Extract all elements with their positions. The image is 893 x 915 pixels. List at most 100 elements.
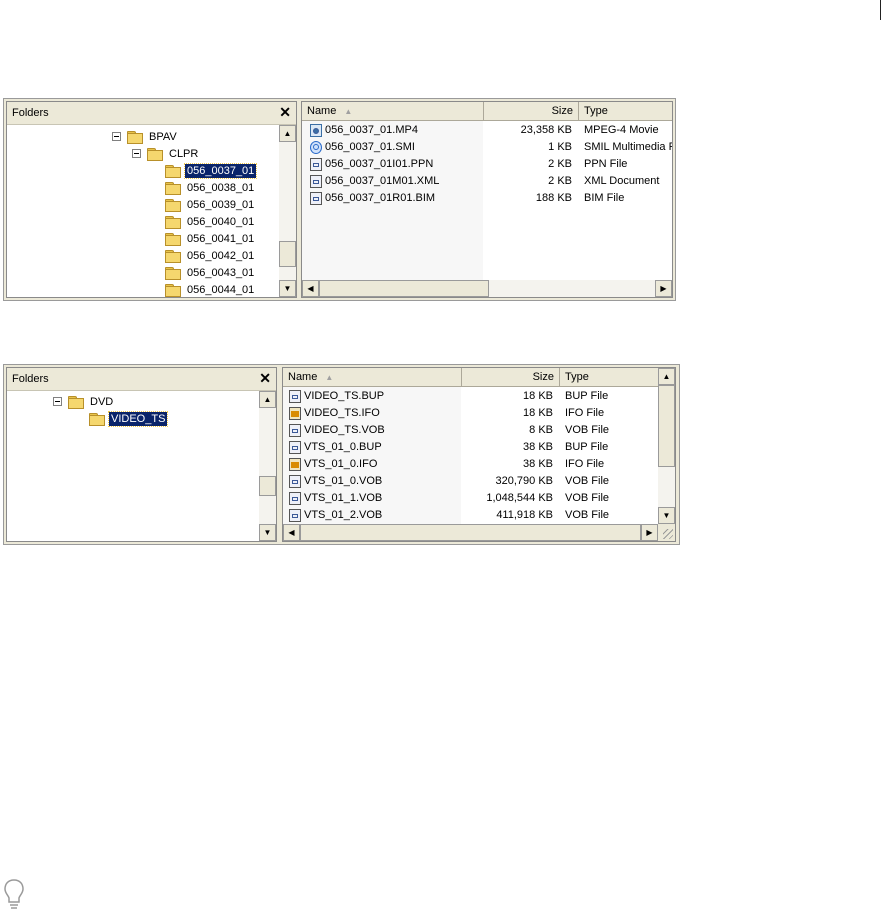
file-row[interactable]: 056_0037_01R01.BIM 188 KB BIM File: [302, 190, 672, 207]
folders-pane: Folders ✕ DVD VIDEO_TS ▲ ▼: [6, 367, 277, 542]
explorer-window-xdcam: Folders ✕ BPAV CLPR 056_0037_01 056_0038…: [3, 98, 676, 301]
tree-item-label: BPAV: [149, 130, 177, 143]
file-row[interactable]: VTS_01_0.BUP 38 KB BUP File: [283, 439, 660, 456]
file-name: VTS_01_0.IFO: [304, 458, 378, 470]
tree-item-clpr[interactable]: CLPR: [132, 145, 200, 162]
column-header-type[interactable]: Type: [579, 102, 672, 120]
tree-item-label: 056_0042_01: [187, 249, 255, 262]
tree-item-056-0037-01[interactable]: 056_0037_01: [165, 162, 258, 179]
tree-item-056-0041-01[interactable]: 056_0041_01: [165, 230, 256, 247]
file-row[interactable]: VIDEO_TS.VOB 8 KB VOB File: [283, 422, 660, 439]
file-list-vertical-scrollbar[interactable]: ▲ ▼: [658, 368, 675, 524]
collapse-icon[interactable]: [132, 149, 141, 158]
scroll-down-arrow-icon[interactable]: ▼: [279, 280, 296, 297]
column-header-label: Name: [307, 105, 337, 117]
scroll-right-arrow-icon[interactable]: ▶: [655, 280, 672, 297]
file-row[interactable]: VTS_01_0.VOB 320,790 KB VOB File: [283, 473, 660, 490]
file-name: VIDEO_TS.VOB: [304, 424, 385, 436]
folders-pane-header: Folders ✕: [7, 102, 296, 125]
tree-item-label: 056_0037_01: [183, 162, 258, 179]
file-size: 8 KB: [529, 424, 553, 436]
close-icon[interactable]: ✕: [259, 370, 271, 386]
column-header-type[interactable]: Type: [560, 368, 660, 386]
folder-tree: BPAV CLPR 056_0037_01 056_0038_01 056_00…: [7, 125, 279, 297]
column-headers: Name ▲ Size Type: [302, 102, 672, 121]
file-row[interactable]: VIDEO_TS.BUP 18 KB BUP File: [283, 388, 660, 405]
tree-item-056-0044-01[interactable]: 056_0044_01: [165, 281, 256, 297]
file-type: PPN File: [584, 158, 628, 170]
folder-icon: [165, 198, 181, 212]
file-row[interactable]: VTS_01_1.VOB 1,048,544 KB VOB File: [283, 490, 660, 507]
folder-icon: [68, 395, 84, 409]
generic-file-icon: [289, 441, 301, 454]
tree-item-label: 056_0038_01: [187, 181, 255, 194]
ifo-file-icon: [289, 458, 301, 471]
tree-item-056-0038-01[interactable]: 056_0038_01: [165, 179, 256, 196]
file-row[interactable]: 056_0037_01M01.XML 2 KB XML Document: [302, 173, 672, 190]
scroll-left-arrow-icon[interactable]: ◀: [302, 280, 319, 297]
scrollbar-thumb[interactable]: [300, 524, 641, 541]
folder-icon: [165, 283, 181, 297]
scroll-up-arrow-icon[interactable]: ▲: [658, 368, 675, 385]
file-row[interactable]: VTS_01_0.IFO 38 KB IFO File: [283, 456, 660, 473]
file-size: 2 KB: [548, 158, 572, 170]
folder-tree: DVD VIDEO_TS: [7, 391, 259, 541]
file-type: VOB File: [565, 475, 610, 487]
scrollbar-thumb[interactable]: [279, 241, 296, 267]
file-type: VOB File: [565, 492, 610, 504]
file-type: BUP File: [565, 441, 609, 453]
file-type: IFO File: [565, 458, 605, 470]
scrollbar-thumb[interactable]: [259, 476, 276, 496]
scroll-left-arrow-icon[interactable]: ◀: [283, 524, 300, 541]
file-name: 056_0037_01I01.PPN: [325, 158, 434, 170]
tree-item-056-0039-01[interactable]: 056_0039_01: [165, 196, 256, 213]
scroll-down-arrow-icon[interactable]: ▼: [658, 507, 675, 524]
explorer-window-dvd: Folders ✕ DVD VIDEO_TS ▲ ▼ Name ▲ Size T…: [3, 364, 680, 545]
file-row[interactable]: 056_0037_01.MP4 23,358 KB MPEG-4 Movie: [302, 122, 672, 139]
scrollbar-thumb[interactable]: [658, 385, 675, 467]
generic-file-icon: [289, 475, 301, 488]
scrollbar-thumb[interactable]: [319, 280, 489, 297]
collapse-icon[interactable]: [112, 132, 121, 141]
tree-item-video-ts[interactable]: VIDEO_TS: [89, 410, 169, 427]
generic-file-icon: [289, 424, 301, 437]
tree-item-056-0043-01[interactable]: 056_0043_01: [165, 264, 256, 281]
file-size: 23,358 KB: [520, 124, 572, 136]
collapse-icon[interactable]: [53, 397, 62, 406]
file-row[interactable]: VIDEO_TS.IFO 18 KB IFO File: [283, 405, 660, 422]
scroll-right-arrow-icon[interactable]: ▶: [641, 524, 658, 541]
file-name: 056_0037_01.MP4: [325, 124, 418, 136]
tree-item-dvd[interactable]: DVD: [53, 393, 115, 410]
folders-vertical-scrollbar[interactable]: ▲ ▼: [259, 391, 276, 541]
scroll-up-arrow-icon[interactable]: ▲: [279, 125, 296, 142]
file-list-horizontal-scrollbar[interactable]: ◀ ▶: [283, 524, 658, 541]
column-header-label: Type: [565, 371, 589, 383]
file-row[interactable]: VTS_01_2.VOB 411,918 KB VOB File: [283, 507, 660, 524]
tree-item-label: DVD: [90, 395, 114, 408]
file-size: 18 KB: [523, 407, 553, 419]
size-grip-icon[interactable]: [658, 524, 675, 541]
column-header-size[interactable]: Size: [462, 368, 560, 386]
file-name: VTS_01_1.VOB: [304, 492, 383, 504]
generic-file-icon: [289, 492, 301, 505]
file-size: 188 KB: [535, 192, 572, 204]
scroll-up-arrow-icon[interactable]: ▲: [259, 391, 276, 408]
tree-item-056-0040-01[interactable]: 056_0040_01: [165, 213, 256, 230]
column-header-name[interactable]: Name ▲: [302, 102, 484, 120]
tree-item-056-0042-01[interactable]: 056_0042_01: [165, 247, 256, 264]
file-size: 1 KB: [548, 141, 572, 153]
file-type: MPEG-4 Movie: [584, 124, 659, 136]
file-size: 320,790 KB: [495, 475, 554, 487]
scroll-down-arrow-icon[interactable]: ▼: [259, 524, 276, 541]
file-row[interactable]: 056_0037_01.SMI 1 KB SMIL Multimedia P: [302, 139, 672, 156]
open-folder-icon: [165, 164, 181, 178]
file-row[interactable]: 056_0037_01I01.PPN 2 KB PPN File: [302, 156, 672, 173]
column-header-size[interactable]: Size: [484, 102, 579, 120]
folders-vertical-scrollbar[interactable]: ▲ ▼: [279, 125, 296, 297]
folder-icon: [165, 249, 181, 263]
column-header-name[interactable]: Name ▲: [283, 368, 462, 386]
file-list-horizontal-scrollbar[interactable]: ◀ ▶: [302, 280, 672, 297]
tree-item-bpav[interactable]: BPAV: [112, 128, 179, 145]
file-type: XML Document: [584, 175, 660, 187]
close-icon[interactable]: ✕: [279, 104, 291, 120]
